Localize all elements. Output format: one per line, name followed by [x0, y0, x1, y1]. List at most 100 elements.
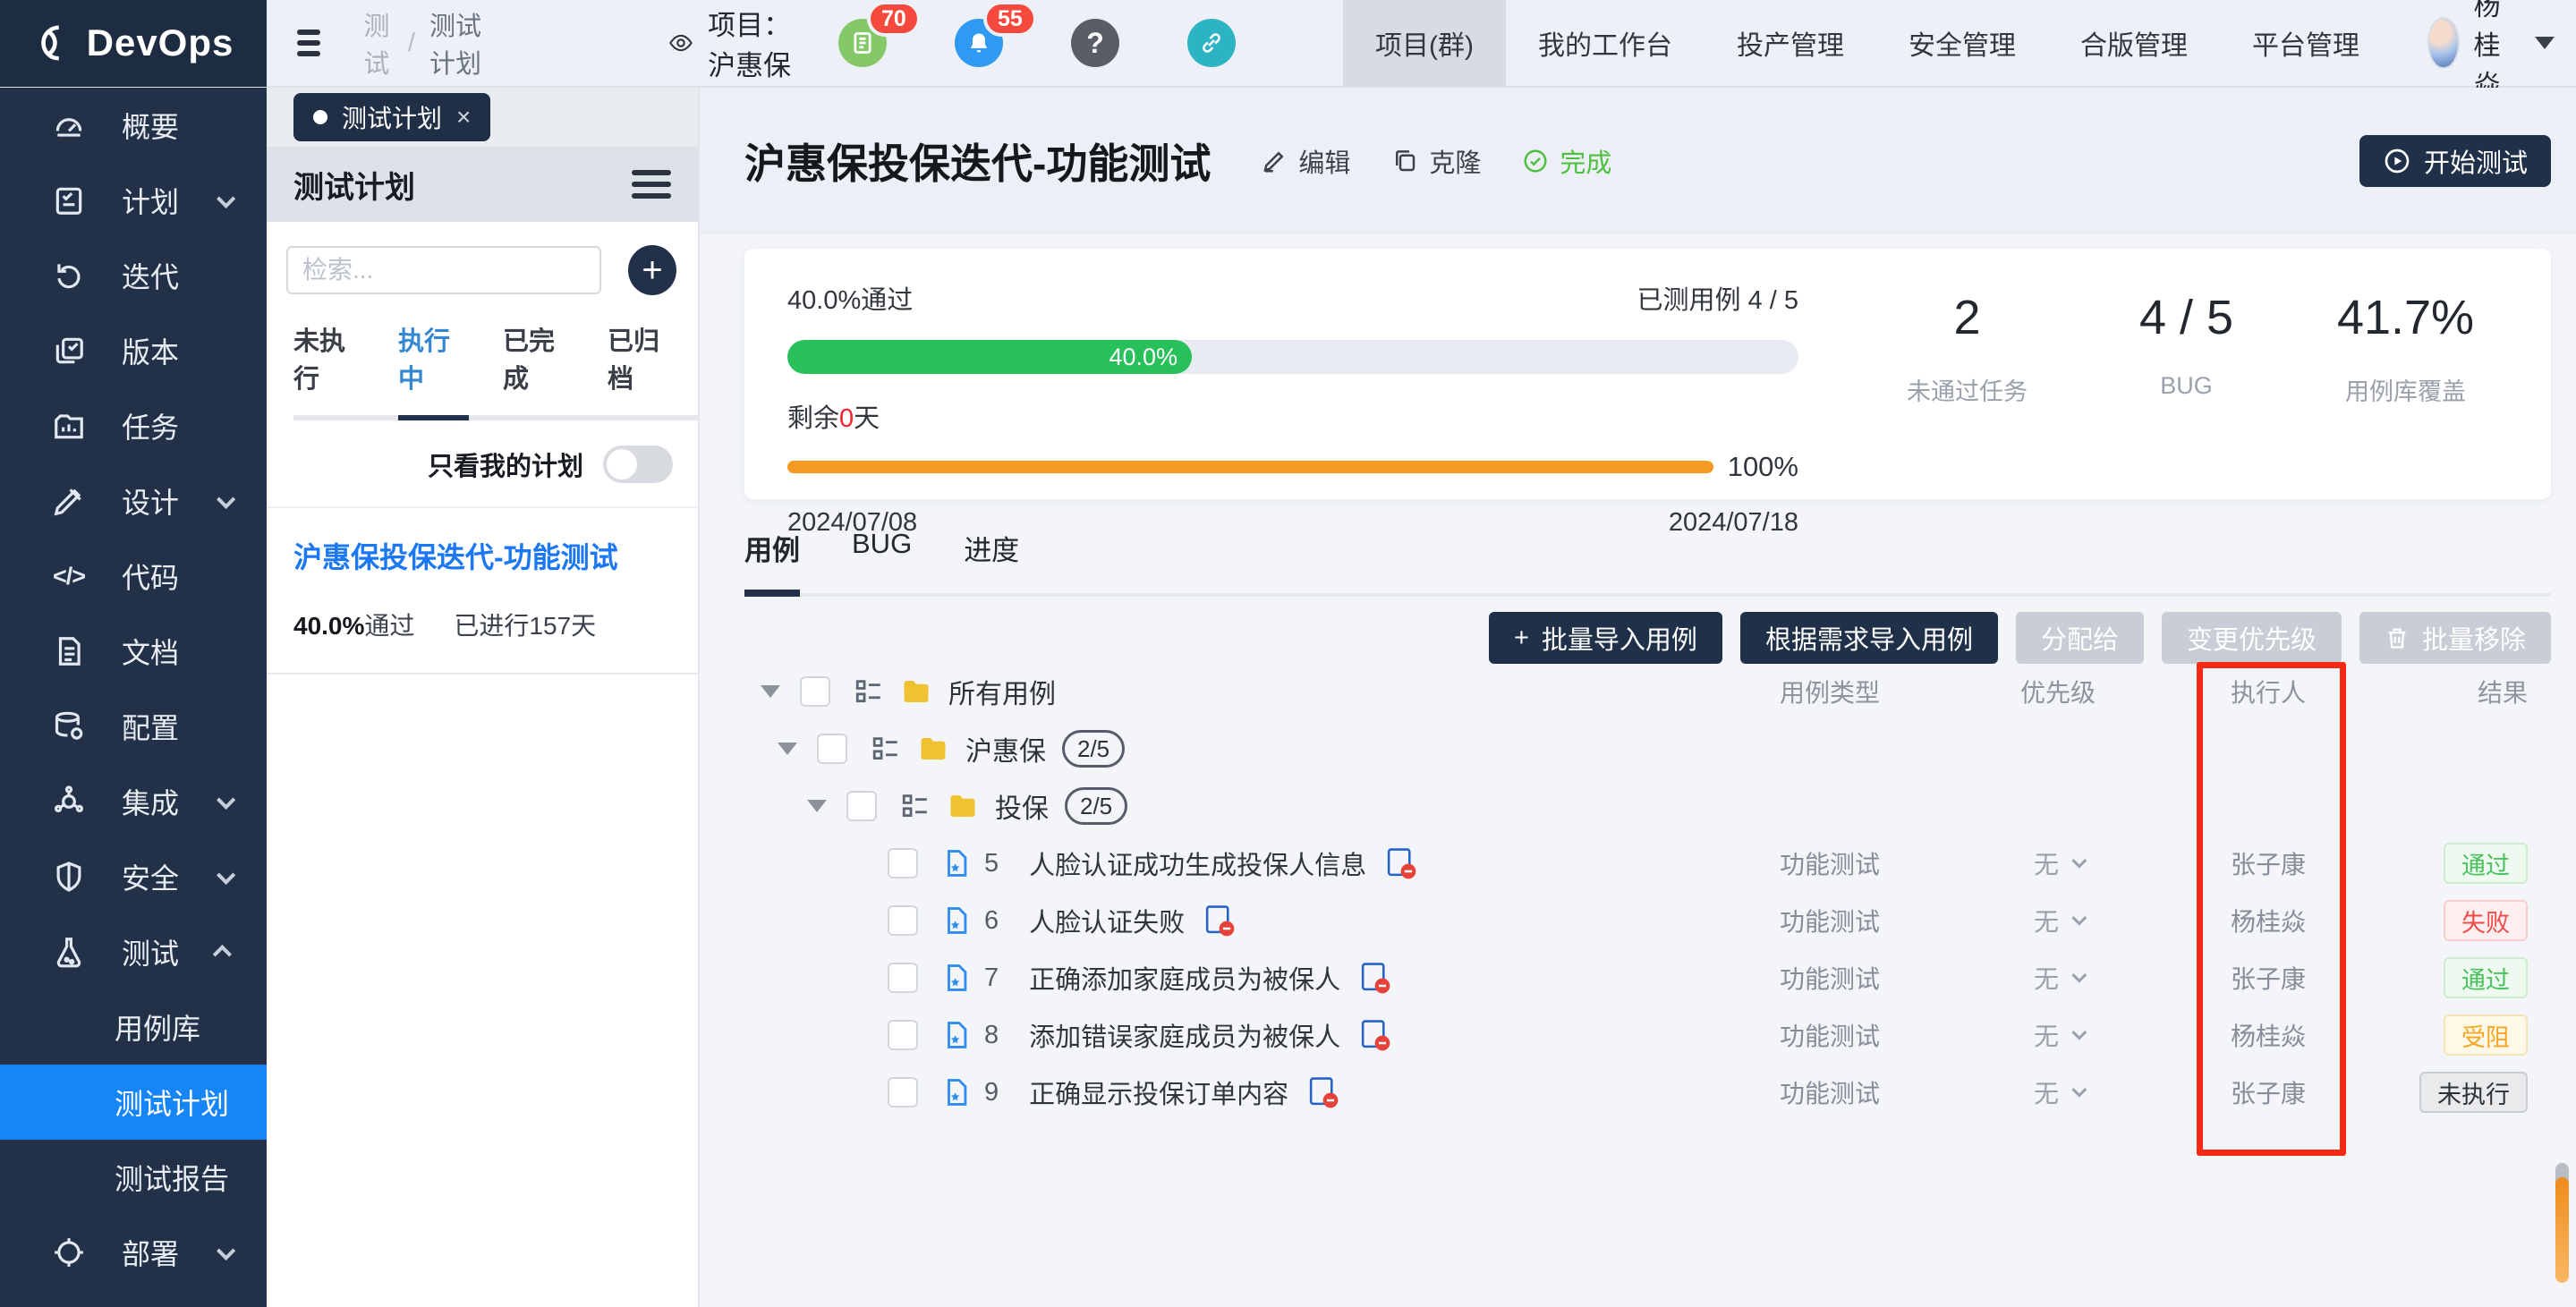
search-box[interactable] [286, 246, 601, 294]
edit-button[interactable]: 编辑 [1261, 142, 1350, 180]
import-by-requirement-button[interactable]: 根据需求导入用例 [1740, 612, 1998, 664]
checkbox[interactable] [888, 905, 918, 936]
scrollbar-thumb[interactable] [2555, 1177, 2569, 1283]
tab-bug[interactable]: BUG [852, 528, 912, 597]
sidebar-item-label: 部署 [122, 1232, 179, 1273]
priority-dropdown[interactable]: 无 [1968, 1074, 2147, 1110]
result-badge: 未执行 [2419, 1072, 2528, 1113]
priority-dropdown[interactable]: 无 [1968, 1017, 2147, 1053]
sidebar-item-overview[interactable]: 概要 [0, 88, 267, 163]
panel-menu-icon[interactable] [632, 170, 671, 199]
sidebar-item-test-plan[interactable]: 测试计划 [0, 1065, 267, 1140]
sidebar-item-task[interactable]: 任务 [0, 388, 267, 463]
nav-item-version[interactable]: 合版管理 [2048, 0, 2220, 87]
plan-duration: 已进行157天 [454, 607, 596, 642]
sidebar-item-test-report[interactable]: 测试报告 [0, 1140, 267, 1215]
breadcrumb-separator: / [408, 29, 415, 58]
remove-case-icon[interactable] [1384, 847, 1416, 879]
tab-completed[interactable]: 已完成 [503, 320, 574, 420]
sidebar-item-deploy[interactable]: 部署 [0, 1215, 267, 1290]
checkbox[interactable] [888, 848, 918, 878]
close-icon[interactable]: × [456, 103, 471, 132]
tab-progress[interactable]: 进度 [964, 528, 1019, 597]
chevron-down-icon [2071, 1025, 2087, 1040]
add-plan-button[interactable]: + [628, 245, 676, 295]
user-menu[interactable]: 杨桂焱 [2427, 0, 2555, 102]
batch-import-button[interactable]: + 批量导入用例 [1489, 612, 1722, 664]
case-title[interactable]: 人脸认证成功生成投保人信息 [1029, 844, 1366, 882]
sidebar-item-iteration[interactable]: 迭代 [0, 238, 267, 313]
checkbox[interactable] [817, 734, 847, 764]
chevron-down-icon [2071, 911, 2087, 926]
checkbox[interactable] [846, 791, 877, 821]
priority-dropdown[interactable]: 无 [1968, 960, 2147, 996]
devops-logo-icon [33, 22, 74, 64]
sidebar-item-version[interactable]: 版本 [0, 313, 267, 388]
case-title[interactable]: 正确添加家庭成员为被保人 [1029, 959, 1340, 997]
breadcrumb-item[interactable]: 测试 [363, 5, 394, 81]
checkbox[interactable] [800, 676, 830, 707]
nav-item-security[interactable]: 安全管理 [1876, 0, 2048, 87]
breadcrumb-item-current: 测试计划 [429, 5, 489, 81]
remove-case-icon[interactable] [1358, 1019, 1390, 1051]
link-icon[interactable] [1187, 19, 1236, 67]
nav-item-workbench[interactable]: 我的工作台 [1506, 0, 1705, 87]
case-title[interactable]: 添加错误家庭成员为被保人 [1029, 1016, 1340, 1054]
notifications-bell-icon[interactable]: 55 [955, 19, 1003, 67]
app-logo[interactable]: DevOps [0, 0, 267, 87]
sidebar-item-design[interactable]: 设计 [0, 463, 267, 539]
search-input[interactable] [302, 256, 625, 284]
crosshair-icon [50, 1235, 88, 1269]
tree-group-all-cases[interactable]: 所有用例 [748, 672, 1727, 711]
nav-item-projects[interactable]: 项目(群) [1343, 0, 1506, 87]
nav-item-release[interactable]: 投产管理 [1705, 0, 1876, 87]
assign-to-button[interactable]: 分配给 [2016, 612, 2144, 664]
case-type: 功能测试 [1727, 903, 1933, 938]
tab-cases[interactable]: 用例 [744, 528, 800, 597]
case-title[interactable]: 人脸认证失败 [1029, 902, 1185, 939]
caret-down-icon[interactable] [807, 800, 827, 812]
tab-chip-test-plan[interactable]: 测试计划 × [293, 93, 490, 141]
checkbox[interactable] [888, 963, 918, 993]
nav-item-platform[interactable]: 平台管理 [2220, 0, 2392, 87]
todo-doc-icon[interactable]: 70 [838, 19, 887, 67]
sidebar-item-config[interactable]: 配置 [0, 689, 267, 764]
my-plans-toggle[interactable] [603, 446, 673, 483]
sidebar-item-plan[interactable]: 计划 [0, 163, 267, 238]
tab-archived[interactable]: 已归档 [608, 320, 678, 420]
plan-name-link[interactable]: 沪惠保投保迭代-功能测试 [293, 535, 671, 576]
test-plan-panel: 测试计划 × 测试计划 + 未执行 执行中 已完成 已归档 只看我的计划 沪惠保… [267, 88, 700, 1307]
tab-not-executed[interactable]: 未执行 [293, 320, 364, 420]
sidebar-item-docs[interactable]: 文档 [0, 614, 267, 689]
sidebar-item-test[interactable]: 测试 [0, 914, 267, 989]
remove-case-icon[interactable] [1203, 904, 1235, 937]
change-priority-button[interactable]: 变更优先级 [2162, 612, 2342, 664]
plan-list-item[interactable]: 沪惠保投保迭代-功能测试 40.0%通过 已进行157天 [267, 506, 698, 675]
complete-button[interactable]: 完成 [1522, 142, 1611, 180]
sidebar-item-label: 版本 [122, 330, 179, 371]
remove-case-icon[interactable] [1358, 962, 1390, 994]
project-switcher[interactable]: 项目：沪惠保 [668, 3, 813, 83]
case-title[interactable]: 正确显示投保订单内容 [1029, 1074, 1288, 1111]
caret-down-icon[interactable] [761, 685, 780, 698]
priority-dropdown[interactable]: 无 [1968, 903, 2147, 938]
start-test-button[interactable]: 开始测试 [2359, 135, 2551, 187]
case-toolbar: + 批量导入用例 根据需求导入用例 分配给 变更优先级 批量移除 [1489, 612, 2551, 664]
help-icon[interactable]: ? [1071, 19, 1119, 67]
sidebar-item-code[interactable]: </> 代码 [0, 539, 267, 614]
priority-dropdown[interactable]: 无 [1968, 845, 2147, 881]
remove-case-icon[interactable] [1306, 1076, 1339, 1108]
toggle-label: 只看我的计划 [428, 446, 583, 483]
tab-in-progress[interactable]: 执行中 [398, 320, 469, 420]
bulk-remove-button[interactable]: 批量移除 [2359, 612, 2551, 664]
sidebar-item-case-library[interactable]: 用例库 [0, 989, 267, 1065]
checkbox[interactable] [888, 1020, 918, 1050]
chevron-down-icon [2071, 1082, 2087, 1098]
sidebar-item-security[interactable]: 安全 [0, 839, 267, 914]
checkbox[interactable] [888, 1077, 918, 1108]
sidebar-item-integration[interactable]: 集成 [0, 764, 267, 839]
clone-button[interactable]: 克隆 [1391, 142, 1481, 180]
sidebar-item-label: 测试计划 [115, 1082, 229, 1123]
menu-toggle-icon[interactable] [297, 30, 320, 56]
caret-down-icon[interactable] [778, 743, 797, 755]
